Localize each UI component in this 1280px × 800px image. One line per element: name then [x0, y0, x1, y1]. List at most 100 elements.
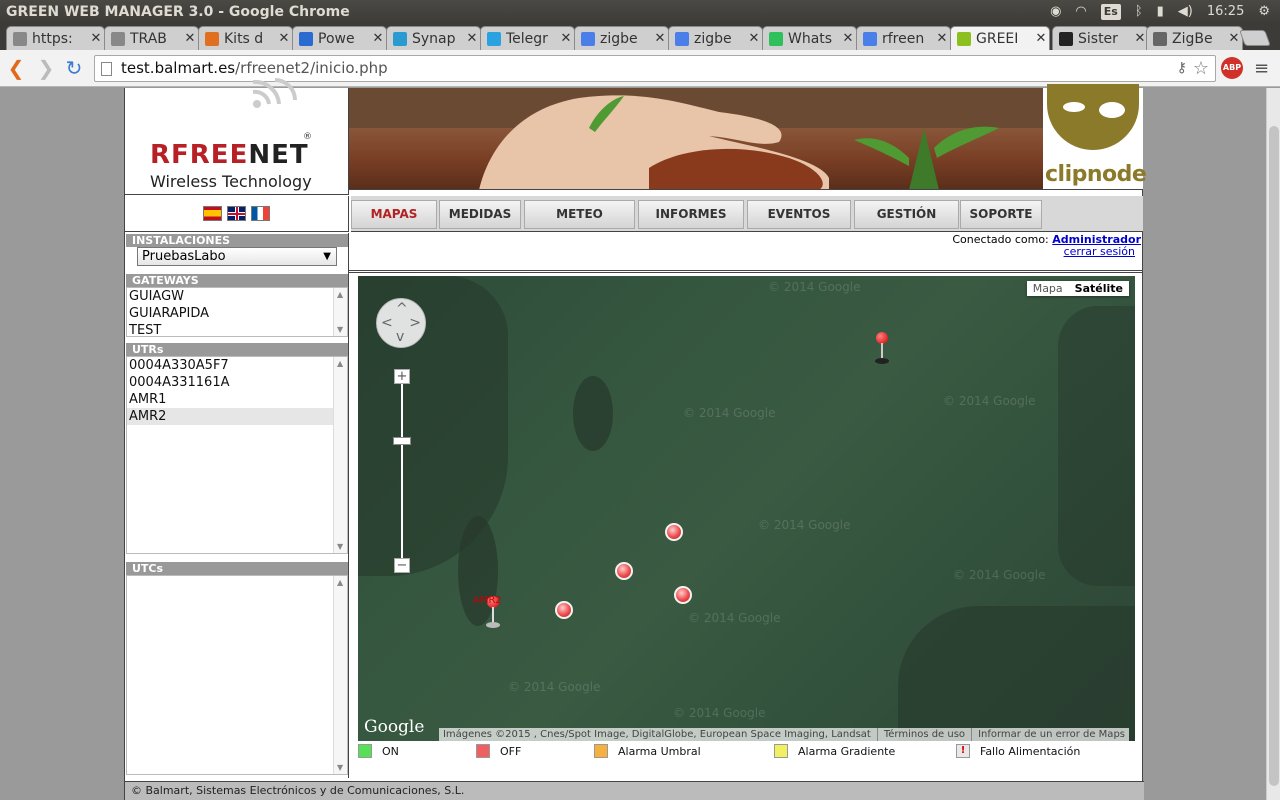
browser-tab[interactable]: Synap ✕	[386, 26, 481, 50]
pan-right-icon[interactable]: >	[409, 315, 421, 331]
pan-down-icon[interactable]: v	[396, 329, 404, 345]
tab-close-icon[interactable]: ✕	[934, 31, 950, 46]
reload-icon[interactable]: ↻	[62, 56, 86, 80]
bookmark-star-icon[interactable]: ☆	[1193, 56, 1209, 81]
pan-control[interactable]: ^ < > v	[376, 298, 426, 348]
browser-tab[interactable]: rfreen ✕	[856, 26, 951, 50]
tab-close-icon[interactable]: ✕	[746, 31, 762, 46]
tab-title: Synap	[412, 30, 456, 47]
keyboard-layout-indicator[interactable]: Es	[1100, 4, 1121, 20]
utr-status-marker[interactable]	[555, 601, 573, 619]
browser-tab[interactable]: https: ✕	[6, 26, 105, 50]
legend-swatch	[594, 744, 608, 758]
tab-close-icon[interactable]: ✕	[370, 31, 386, 46]
nav-tab[interactable]: GESTIÓN	[854, 200, 959, 229]
tab-title: Powe	[318, 30, 355, 47]
spanish-flag-icon[interactable]	[203, 206, 222, 221]
tab-close-icon[interactable]: ✕	[88, 31, 104, 46]
google-logo[interactable]: Google	[364, 717, 424, 737]
list-item[interactable]: GUIAGW	[127, 288, 347, 305]
map-type-satellite-button[interactable]: Satélite	[1069, 281, 1129, 296]
utr-status-marker[interactable]	[674, 586, 692, 604]
browser-tab[interactable]: ZigBe ✕	[1146, 26, 1243, 50]
list-item[interactable]: GUIARAPIDA	[127, 305, 347, 322]
browser-tab[interactable]: zigbe ✕	[668, 26, 763, 50]
wifi-icon[interactable]: ◠	[1075, 0, 1086, 24]
volume-icon[interactable]: ◀)	[1178, 0, 1193, 24]
page-scrollbar[interactable]	[1266, 88, 1280, 800]
browser-tab[interactable]: TRAB ✕	[104, 26, 199, 50]
scrollbar-thumb[interactable]	[1269, 126, 1279, 786]
browser-tab[interactable]: zigbe ✕	[574, 26, 669, 50]
legend-label: OFF	[500, 744, 522, 758]
hand-soil-illustration	[349, 88, 1043, 189]
back-icon[interactable]: ❮	[4, 56, 28, 80]
terms-link[interactable]: Términos de uso	[876, 728, 965, 741]
tab-close-icon[interactable]: ✕	[558, 31, 574, 46]
zoom-in-button[interactable]: +	[394, 369, 410, 384]
battery-icon[interactable]: ▮	[1157, 0, 1164, 24]
nav-tab[interactable]: EVENTOS	[747, 200, 851, 229]
tab-close-icon[interactable]: ✕	[652, 31, 668, 46]
steam-icon[interactable]: ◉	[1050, 0, 1061, 24]
list-item[interactable]: AMR1	[127, 391, 347, 408]
zoom-rail[interactable]	[401, 377, 403, 567]
clock[interactable]: 16:25	[1207, 0, 1244, 24]
uk-flag-icon[interactable]	[227, 206, 246, 221]
zoom-control: + −	[393, 369, 411, 575]
nav-tab[interactable]: SOPORTE	[960, 200, 1042, 229]
tab-close-icon[interactable]: ✕	[464, 31, 480, 46]
adblock-icon[interactable]: ABP	[1221, 57, 1243, 79]
tab-close-icon[interactable]: ✕	[1033, 31, 1049, 46]
zoom-out-button[interactable]: −	[394, 558, 410, 573]
map-attribution: Imágenes ©2015 , Cnes/Spot Image, Digita…	[438, 728, 1129, 741]
report-error-link[interactable]: Informar de un error de Maps	[971, 728, 1125, 741]
address-host: test.balmart.es	[121, 59, 236, 77]
browser-tab[interactable]: Powe ✕	[292, 26, 387, 50]
browser-tab[interactable]: Whats ✕	[762, 26, 857, 50]
browser-tab[interactable]: GREEI ✕	[950, 26, 1050, 50]
list-item[interactable]: 0004A331161A	[127, 374, 347, 391]
clipnode-emblem	[1047, 84, 1139, 150]
nav-tab[interactable]: METEO	[524, 200, 635, 229]
logout-link[interactable]: cerrar sesión	[1064, 245, 1135, 258]
utrs-list[interactable]: 0004A330A5F7 0004A331161A AMR1 AMR2 ▲ ▼	[126, 356, 348, 554]
map-land-area	[1058, 306, 1135, 586]
bluetooth-icon[interactable]: ᛒ	[1135, 0, 1143, 24]
chrome-menu-icon[interactable]: ≡	[1254, 58, 1269, 79]
list-item[interactable]: 0004A330A5F7	[127, 357, 347, 374]
installation-select[interactable]: PruebasLabo ▼	[137, 247, 337, 266]
tab-close-icon[interactable]: ✕	[840, 31, 856, 46]
map-type-map-button[interactable]: Mapa	[1027, 281, 1069, 296]
browser-tab[interactable]: Telegr ✕	[480, 26, 575, 50]
french-flag-icon[interactable]	[251, 206, 270, 221]
pan-left-icon[interactable]: <	[381, 315, 393, 331]
nav-tab[interactable]: MEDIDAS	[439, 200, 521, 229]
nav-tab[interactable]: MAPAS	[351, 200, 437, 229]
utcs-scrollbar[interactable]: ▲ ▼	[333, 576, 347, 774]
key-icon[interactable]: ⚷	[1177, 56, 1187, 81]
settings-gear-icon[interactable]: ⚙	[1258, 0, 1270, 24]
gateways-list[interactable]: GUIAGW GUIARAPIDA TEST ▲ ▼	[126, 287, 348, 339]
pan-up-icon[interactable]: ^	[396, 301, 408, 317]
nav-tab[interactable]: INFORMES	[638, 200, 744, 229]
list-item[interactable]: TEST	[127, 322, 347, 339]
utr-status-marker[interactable]	[665, 523, 683, 541]
utrs-scrollbar[interactable]: ▲ ▼	[333, 357, 347, 553]
zoom-slider-knob[interactable]	[393, 437, 411, 445]
map-pin-marker[interactable]	[875, 332, 889, 366]
browser-tab[interactable]: Kits d ✕	[198, 26, 293, 50]
legend-item: Alarma Umbral	[594, 744, 701, 758]
utcs-list[interactable]: ▲ ▼	[126, 575, 348, 775]
satellite-map[interactable]: © 2014 Google © 2014 Google © 2014 Googl…	[358, 276, 1135, 741]
forward-icon[interactable]: ❯	[34, 56, 58, 80]
brand-name: RFREENET	[150, 140, 309, 170]
tab-close-icon[interactable]: ✕	[182, 31, 198, 46]
utr-status-marker[interactable]	[615, 562, 633, 580]
list-item[interactable]: AMR2	[127, 408, 347, 425]
legend-label: Alarma Umbral	[618, 744, 701, 758]
gateways-scrollbar[interactable]: ▲ ▼	[333, 288, 347, 336]
new-tab-button[interactable]	[1239, 30, 1271, 46]
browser-tab[interactable]: Sister ✕	[1052, 26, 1149, 50]
tab-close-icon[interactable]: ✕	[276, 31, 292, 46]
